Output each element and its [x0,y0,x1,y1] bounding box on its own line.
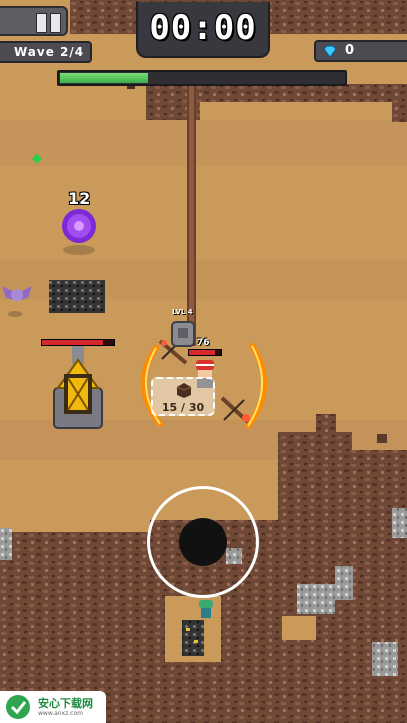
player-hp-value: 76 [197,338,210,348]
watermark-title: 安心下载网 [38,697,93,710]
resource-crate[interactable]: 15 / 30 [151,377,215,416]
portal-icon[interactable] [58,204,100,260]
gem-icon [323,45,337,58]
pause-icon [36,13,47,33]
crossbow-icon [220,396,250,424]
pause-icon-bar [50,13,61,33]
player-level: LVL 4 [172,308,193,316]
match-timer: 00:00 [136,2,270,58]
wave-progress-bar [57,70,347,86]
watermark-logo [6,695,30,719]
crate-capacity: 15 / 30 [161,401,205,414]
miner-icon [199,600,213,618]
gem-counter: 0 [314,40,407,62]
wave-counter: Wave 2/4 [0,41,92,63]
bat-icon[interactable] [0,276,34,318]
tower-icon[interactable] [50,344,106,432]
gem-count: 0 [345,43,355,58]
player-health-bar [188,349,222,356]
damage-number: 12 [68,189,91,208]
pause-button[interactable] [0,6,68,36]
watermark-url: www.anxz.com [38,710,83,717]
joystick-knob[interactable] [179,518,227,566]
watermark: 安心下载网 www.anxz.com [0,691,106,723]
game-world: 12 LVL 4 76 15 / 30 [0,0,407,723]
wave-progress-fill [60,73,149,83]
turret-icon [171,321,195,347]
